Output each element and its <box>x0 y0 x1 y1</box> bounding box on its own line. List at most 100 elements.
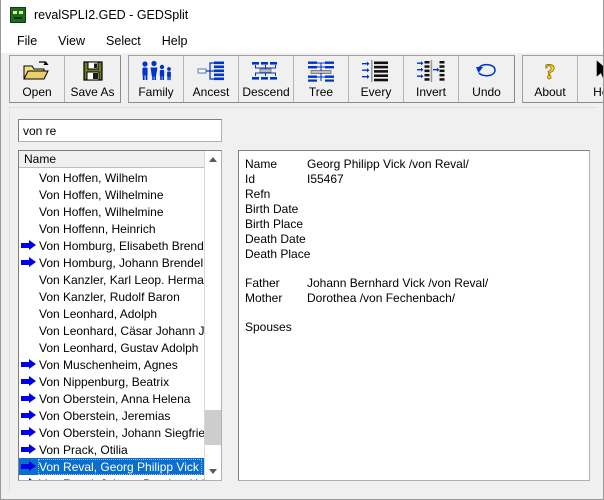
selection-marker-cell <box>21 392 39 405</box>
detail-field-row: Refn <box>245 187 589 202</box>
every-button[interactable]: Every <box>349 56 404 102</box>
list-item[interactable]: Von Hoffen, Wilhelmine <box>19 186 205 203</box>
detail-field-row: Birth Date <box>245 202 589 217</box>
detail-field-key: Birth Place <box>245 217 304 231</box>
selection-marker-cell <box>21 273 39 286</box>
ancest-button[interactable]: Ancest <box>184 56 239 102</box>
descend-button[interactable]: Descend <box>239 56 294 102</box>
right-arrow-icon <box>21 444 37 455</box>
detail-field-row: Id I55467 <box>245 172 589 187</box>
descendant-tree-icon <box>248 59 284 83</box>
selection-marker-cell <box>21 205 39 218</box>
detail-parent-row: Father Johann Bernhard Vick /von Reval/ <box>245 276 589 291</box>
save-as-button[interactable]: Save As <box>65 56 120 102</box>
menu-item-help[interactable]: Help <box>156 32 197 50</box>
selection-marker-cell <box>21 188 39 201</box>
detail-field-list: Name Georg Philipp Vick /von Reval/Id I554… <box>245 157 589 262</box>
list-vertical-scrollbar[interactable] <box>204 151 221 480</box>
list-item[interactable]: Von Leonhard, Gustav Adolph <box>19 339 205 356</box>
list-item-label: Von Oberstein, Johann Siegfried <box>39 425 205 440</box>
gedsplit-window: revalSPLI2.GED - GEDSplit File View Sele… <box>0 0 604 500</box>
list-item[interactable]: Von Leonhard, Cäsar Johann Jo... <box>19 322 205 339</box>
open-folder-icon <box>19 59 55 83</box>
list-item-label: Von Leonhard, Gustav Adolph <box>39 340 199 355</box>
menu-item-select[interactable]: Select <box>100 32 150 50</box>
family-button[interactable]: Family <box>129 56 184 102</box>
list-item-label: Von Homburg, Elisabeth Brendel <box>39 238 205 253</box>
about-button[interactable]: ? About <box>523 56 578 102</box>
invert-button[interactable]: Invert <box>404 56 459 102</box>
list-item-label: Von Leonhard, Adolph <box>39 306 158 321</box>
open-button-label: Open <box>22 85 52 99</box>
tree-chart-icon <box>303 59 339 83</box>
list-item-label: Von Homburg, Johann Brendel <box>39 255 204 270</box>
scrollbar-thumb[interactable] <box>205 410 221 445</box>
list-item[interactable]: Von Nippenburg, Beatrix <box>19 373 205 390</box>
detail-spouses-row: Spouses <box>245 320 589 335</box>
list-item[interactable]: Von Leonhard, Adolph <box>19 305 205 322</box>
list-item[interactable]: Von Homburg, Elisabeth Brendel <box>19 237 205 254</box>
undo-arrow-icon <box>469 59 505 83</box>
right-arrow-icon <box>21 461 37 472</box>
list-item[interactable]: Von Homburg, Johann Brendel <box>19 254 205 271</box>
list-item-label: Von Hoffen, Wilhelmine <box>39 187 164 202</box>
list-item[interactable]: Von Reval, Johann Bernhard Vick <box>19 475 205 480</box>
list-item[interactable]: Von Prack, Otilia <box>19 441 205 458</box>
list-item-label: Von Hoffen, Wilhelmine <box>39 204 164 219</box>
detail-field-key: Mother <box>245 291 283 305</box>
person-detail-panel: Name Georg Philipp Vick /von Reval/Id I554… <box>238 150 590 481</box>
list-item-label: Von Kanzler, Rudolf Baron <box>39 289 180 304</box>
app-gedsplit-icon <box>10 7 26 23</box>
list-item-label: Von Hoffenn, Heinrich <box>39 221 156 236</box>
open-button[interactable]: Open <box>10 56 65 102</box>
detail-field-value: Johann Bernhard Vick /von Reval/ <box>307 276 489 290</box>
floppy-disk-icon <box>75 59 111 83</box>
list-item[interactable]: Von Kanzler, Rudolf Baron <box>19 288 205 305</box>
detail-field-value: Georg Philipp Vick /von Reval/ <box>307 157 469 171</box>
detail-spouses-list: Spouses <box>245 320 589 335</box>
toolbar: Open Save As Family Ancest Descend Tree … <box>1 52 603 105</box>
right-arrow-icon <box>21 240 37 251</box>
chevron-down-icon <box>209 469 217 474</box>
svg-text:?: ? <box>545 60 556 82</box>
menu-item-view[interactable]: View <box>52 32 94 50</box>
list-item-label: Von Nippenburg, Beatrix <box>39 374 170 389</box>
list-item-label: Von Oberstein, Anna Helena <box>39 391 191 406</box>
list-item[interactable]: Von Reval, Georg Philipp Vick <box>19 458 205 475</box>
about-button-label: About <box>534 85 566 99</box>
list-item[interactable]: Von Kanzler, Karl Leop. Herman... <box>19 271 205 288</box>
list-item[interactable]: Von Muschenheim, Agnes <box>19 356 205 373</box>
right-arrow-icon <box>21 427 37 438</box>
invert-button-label: Invert <box>415 85 446 99</box>
right-arrow-icon <box>21 478 37 480</box>
detail-field-key: Refn <box>245 187 271 201</box>
undo-button[interactable]: Undo <box>459 56 514 102</box>
list-item[interactable]: Von Hoffen, Wilhelm <box>19 169 205 186</box>
scroll-down-button[interactable] <box>205 463 221 480</box>
list-item[interactable]: Von Oberstein, Jeremias <box>19 407 205 424</box>
save-as-button-label: Save As <box>70 85 115 99</box>
search-input[interactable] <box>18 119 222 142</box>
list-item-label: Von Leonhard, Cäsar Johann Jo... <box>39 323 205 338</box>
descend-button-label: Descend <box>242 85 290 99</box>
right-arrow-icon <box>21 376 37 387</box>
help-button[interactable]: ? Help <box>578 56 603 102</box>
selection-marker-cell <box>21 477 39 480</box>
list-item[interactable]: Von Oberstein, Johann Siegfried <box>19 424 205 441</box>
undo-button-label: Undo <box>472 85 501 99</box>
selection-marker-cell <box>21 290 39 303</box>
selection-marker-cell <box>21 324 39 337</box>
scroll-up-button[interactable] <box>205 151 221 168</box>
list-item[interactable]: Von Hoffen, Wilhelmine <box>19 203 205 220</box>
list-column-header-name[interactable]: Name <box>19 151 205 168</box>
tree-button[interactable]: Tree <box>294 56 349 102</box>
list-item[interactable]: Von Hoffenn, Heinrich <box>19 220 205 237</box>
right-arrow-icon <box>21 359 37 370</box>
scrollbar-track[interactable] <box>205 168 221 463</box>
detail-field-row: Birth Place <box>245 217 589 232</box>
detail-field-row: Name Georg Philipp Vick /von Reval/ <box>245 157 589 172</box>
menu-item-file[interactable]: File <box>11 32 46 50</box>
list-item[interactable]: Von Oberstein, Anna Helena <box>19 390 205 407</box>
selection-marker-cell <box>21 358 39 371</box>
name-list[interactable]: Von Hoffen, Wilhelm Von Hoffen, Wilhelmin… <box>19 169 205 480</box>
